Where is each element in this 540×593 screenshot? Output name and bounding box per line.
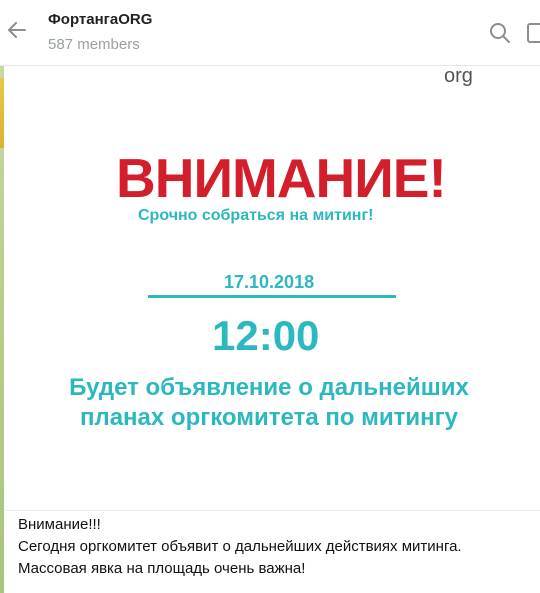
message-image[interactable]: org ВНИМАНИЕ! Срочно собраться на митинг… <box>4 65 540 511</box>
search-icon <box>486 23 514 51</box>
message-text-line: Сегодня оргкомитет объявит о дальнейших … <box>18 538 462 555</box>
sidebar-icon <box>525 23 540 51</box>
search-button[interactable] <box>486 19 514 47</box>
arrow-left-icon <box>6 19 28 46</box>
chat-title[interactable]: ФортангаORG <box>48 11 152 28</box>
member-count: 587 members <box>48 36 140 53</box>
message-text-line: Внимание!!! <box>18 516 101 533</box>
poster-time: 12:00 <box>212 312 320 359</box>
poster-headline: ВНИМАНИЕ! <box>116 147 447 209</box>
chat-header: ФортангаORG 587 members <box>0 0 540 66</box>
poster-org-text: org <box>444 65 473 87</box>
sidebar-button[interactable] <box>525 19 540 47</box>
poster-divider <box>148 295 396 298</box>
poster-announcement: Будет объявление о дальнейших планах орг… <box>69 374 469 431</box>
message-bubble[interactable]: org ВНИМАНИЕ! Срочно собраться на митинг… <box>4 65 540 593</box>
message-text: Внимание!!! Сегодня оргкомитет объявит о… <box>18 514 538 580</box>
poster-date: 17.10.2018 <box>224 272 315 292</box>
message-text-line: Массовая явка на площадь очень важна! <box>18 560 306 577</box>
poster-subheadline: Срочно собраться на митинг! <box>138 207 374 224</box>
back-button[interactable] <box>0 12 34 52</box>
